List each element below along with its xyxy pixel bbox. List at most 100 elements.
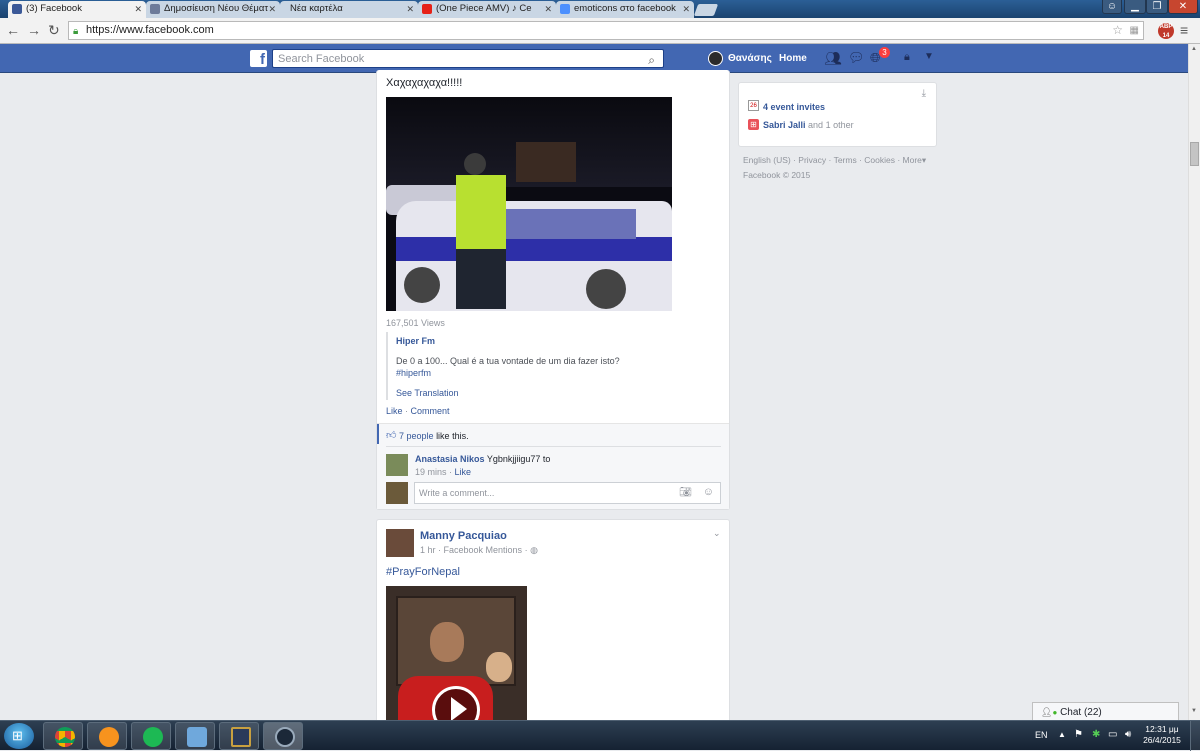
scrollbar-thumb[interactable]	[1190, 142, 1199, 166]
post-video[interactable]	[386, 586, 527, 726]
facebook-icon	[12, 4, 22, 14]
taskbar-control-panel[interactable]	[175, 722, 215, 750]
birthday-name-link[interactable]: Sabri Jalli	[763, 120, 806, 130]
shared-page-link[interactable]: Hiper Fm	[396, 336, 435, 346]
forward-icon[interactable]: →	[27, 22, 41, 38]
comment-link[interactable]: Comment	[411, 406, 450, 416]
steam-icon	[275, 727, 295, 747]
comment-input[interactable]: Write a comment... 📷︎ ☺	[414, 482, 721, 504]
minimize-button[interactable]: ▁	[1124, 0, 1146, 14]
hashtag-link[interactable]: #PrayForNepal	[386, 566, 460, 578]
highlight-bar	[377, 424, 379, 444]
footer-more-link[interactable]: More	[903, 155, 922, 165]
profile-link[interactable]: Θανάσης	[728, 53, 772, 64]
footer-cookies-link[interactable]: Cookies	[864, 155, 895, 165]
avatar[interactable]	[386, 454, 408, 476]
scroll-down-icon[interactable]: ▼	[1191, 708, 1197, 714]
chat-tab[interactable]: 👤︎● Chat (22)	[1032, 702, 1179, 721]
address-bar[interactable]: 🔒︎ https://www.facebook.com ☆ ▦	[68, 21, 1144, 40]
post-source[interactable]: Facebook Mentions	[444, 545, 523, 555]
league-icon	[231, 727, 251, 747]
messages-icon[interactable]: 💬︎	[848, 50, 865, 66]
friend-requests-icon[interactable]: 👥︎	[824, 50, 842, 67]
see-translation-link[interactable]: See Translation	[396, 388, 459, 398]
clock[interactable]: 12:31 μμ 26/4/2015	[1140, 724, 1184, 746]
post-timestamp[interactable]: 1 hr	[420, 545, 436, 555]
likes-people-link[interactable]: 7 people	[399, 431, 434, 441]
emoji-icon[interactable]: ☺	[703, 486, 714, 498]
download-icon[interactable]: ⤓	[922, 88, 926, 99]
back-icon[interactable]: ←	[6, 22, 20, 38]
volume-icon[interactable]: 🔊︎	[1125, 729, 1131, 740]
comment-text: Ygbnkjjiigu77 to	[486, 454, 551, 464]
taskbar-spotify[interactable]	[131, 722, 171, 750]
online-dot-icon: ●	[1052, 708, 1058, 717]
avatar[interactable]	[386, 529, 414, 557]
page-scrollbar[interactable]: ▲ ▼	[1188, 44, 1200, 720]
notifications-badge: 3	[879, 47, 890, 58]
language-indicator[interactable]: EN	[1035, 730, 1048, 740]
birthday-suffix[interactable]: and 1 other	[808, 120, 854, 130]
search-icon[interactable]: ⌕	[648, 51, 655, 69]
windows-taskbar: ⊞ EN ▲ ⚑ ✱ ▭ 🔊︎ 12:31 μμ 26/4/2015	[0, 720, 1200, 751]
tray-expand-icon[interactable]: ▲	[1058, 730, 1066, 739]
show-desktop-button[interactable]	[1190, 721, 1200, 751]
close-tab-icon[interactable]: ✕	[134, 1, 142, 17]
footer-language-link[interactable]: English (US)	[743, 155, 791, 165]
close-tab-icon[interactable]: ✕	[544, 1, 552, 17]
search-input[interactable]: Search Facebook ⌕	[272, 49, 664, 68]
post-author-link[interactable]: Manny Pacquiao	[420, 530, 507, 542]
video-player[interactable]	[386, 97, 672, 311]
video-wheel	[404, 267, 440, 303]
event-invites-link[interactable]: 4 event invites	[763, 102, 825, 112]
start-button[interactable]: ⊞	[4, 723, 34, 749]
facebook-logo-icon[interactable]: f	[250, 50, 267, 68]
chat-label: Chat (22)	[1060, 707, 1102, 718]
footer-terms-link[interactable]: Terms	[834, 155, 857, 165]
user-icon[interactable]: ☺	[1102, 0, 1122, 14]
taskbar-avast[interactable]	[87, 722, 127, 750]
tab-youtube[interactable]: (One Piece AMV) ♪ Ce ✕	[418, 1, 556, 18]
tab-facebook[interactable]: (3) Facebook ✕	[8, 1, 146, 18]
spotify-icon	[143, 727, 163, 747]
close-tab-icon[interactable]: ✕	[268, 1, 276, 17]
chevron-down-icon[interactable]: ⌄	[713, 528, 721, 539]
video-officer-legs	[456, 249, 506, 309]
close-tab-icon[interactable]: ✕	[682, 1, 690, 17]
like-link[interactable]: Like	[386, 406, 403, 416]
menu-icon[interactable]: ≡	[1180, 22, 1188, 38]
taskbar-chrome[interactable]	[43, 722, 83, 750]
tab-forum[interactable]: Δημοσίευση Νέου Θέματ ✕	[146, 1, 280, 18]
privacy-shortcuts-icon[interactable]: 🔒︎	[904, 51, 910, 64]
restore-button[interactable]: ❐	[1146, 0, 1168, 14]
tab-google[interactable]: emoticons στο facebook ✕	[556, 1, 694, 18]
tab-title: (3) Facebook	[26, 3, 82, 14]
scroll-up-icon[interactable]: ▲	[1191, 46, 1197, 52]
hashtag-link[interactable]: #hiperfm	[396, 368, 431, 378]
chevron-down-icon[interactable]: ▼	[924, 51, 934, 62]
camera-icon[interactable]: 📷︎	[679, 487, 692, 498]
taskbar-league[interactable]	[219, 722, 259, 750]
reload-icon[interactable]: ↻	[48, 22, 60, 39]
adblock-icon[interactable]: ABP 14	[1158, 23, 1174, 39]
comment-author-link[interactable]: Anastasia Nikos	[415, 454, 485, 464]
star-icon[interactable]: ☆	[1112, 22, 1123, 39]
video-car-stripe	[396, 237, 672, 261]
tab-title: (One Piece AMV) ♪ Ce	[436, 3, 532, 14]
avatar[interactable]	[708, 51, 723, 66]
shared-actions: Like · Comment	[386, 406, 450, 416]
action-center-icon[interactable]: ⚑	[1074, 729, 1083, 740]
footer-privacy-link[interactable]: Privacy	[798, 155, 826, 165]
tray-app-icon[interactable]: ✱	[1092, 729, 1100, 740]
tab-new[interactable]: Νέα καρτέλα ✕	[280, 1, 418, 18]
page-action-icon[interactable]: ▦	[1130, 22, 1139, 39]
home-link[interactable]: Home	[779, 53, 807, 64]
close-window-button[interactable]: ✕	[1168, 0, 1198, 14]
new-tab-button[interactable]	[693, 4, 719, 16]
taskbar-steam[interactable]	[263, 722, 303, 750]
forum-icon	[150, 4, 160, 14]
network-icon[interactable]: ▭	[1108, 729, 1117, 740]
caret-down-icon: ▾	[921, 155, 927, 165]
close-tab-icon[interactable]: ✕	[406, 1, 414, 17]
comment-like-link[interactable]: Like	[455, 467, 472, 477]
